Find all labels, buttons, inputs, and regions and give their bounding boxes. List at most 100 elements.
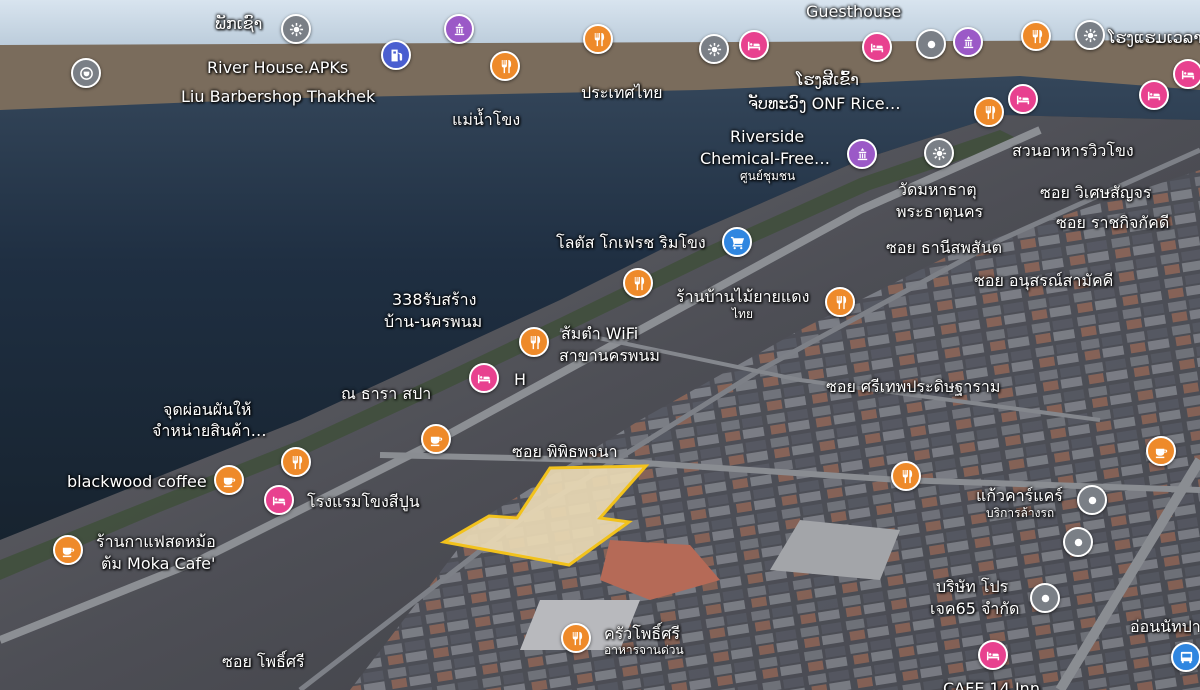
street-restaurant-pin[interactable] xyxy=(891,461,921,491)
hotel-icon xyxy=(747,41,760,50)
riverside-restaurant-pin[interactable] xyxy=(623,268,653,298)
label-wat-1[interactable]: วัดมหาธาตุ xyxy=(898,180,977,199)
viewpoint-icon xyxy=(1083,28,1097,42)
car-care-pin[interactable] xyxy=(1077,485,1107,515)
right-hotel-1[interactable] xyxy=(1173,59,1200,89)
label-soi-thani[interactable]: ซอย ธานีสพสันต xyxy=(886,238,1002,257)
restaurant-icon xyxy=(572,631,582,645)
label-moka-1[interactable]: ร้านกาแฟสดหม้อ xyxy=(96,532,216,551)
right-cafe-pin[interactable] xyxy=(1146,436,1176,466)
label-kruaphot-1[interactable]: ครัวโพธิ์ศรี xyxy=(604,624,680,643)
bus-icon xyxy=(1180,651,1192,663)
top-viewpoint-3[interactable] xyxy=(1075,20,1105,50)
top-viewpoint-2[interactable] xyxy=(699,34,729,64)
label-top-partial-3[interactable]: ໂຮງແຮມເວລາ xyxy=(1108,28,1200,47)
place-icon xyxy=(1088,496,1096,504)
restaurant-icon xyxy=(836,295,846,309)
restaurant-icon xyxy=(501,59,511,73)
top-hotel-2[interactable] xyxy=(862,32,892,62)
label-top-partial-1[interactable]: ພັກເຊົາ xyxy=(215,14,262,33)
landmark-icon xyxy=(454,22,464,35)
label-projet-2[interactable]: เจค65 จำกัด xyxy=(930,599,1019,618)
label-kruaphot-sub[interactable]: อาหารจานด่วน xyxy=(604,643,684,657)
label-wat-2[interactable]: พระธาตุนคร xyxy=(896,202,983,221)
label-onnut[interactable]: อ่อนนัทปาก xyxy=(1130,617,1200,636)
cafe-near-road-pin[interactable] xyxy=(421,424,451,454)
label-lotus[interactable]: โลตัส โกเฟรช ริมโขง xyxy=(556,233,706,252)
label-wooden-house-sub[interactable]: ไทย xyxy=(732,307,753,321)
label-cafe14[interactable]: CAFE 14 Inn xyxy=(943,679,1040,690)
label-dealer-1[interactable]: จุดผ่อนผันให้ xyxy=(163,400,251,419)
moka-pin[interactable] xyxy=(53,535,83,565)
top-landmark-1[interactable] xyxy=(444,14,474,44)
label-garden-restaurant[interactable]: สวนอาหารวิวโขง xyxy=(1012,141,1134,160)
label-riverside-2[interactable]: Chemical-Free… xyxy=(700,149,830,168)
kruaphot-pin[interactable] xyxy=(561,623,591,653)
viewpoint-icon xyxy=(707,42,721,56)
label-moka-2[interactable]: ต้ม Moka Cafe' xyxy=(101,554,215,573)
top-restaurant-1[interactable] xyxy=(583,24,613,54)
top-landmark-2[interactable] xyxy=(953,27,983,57)
label-wooden-house-1[interactable]: ร้านบ้านไม้ยายแดง xyxy=(676,287,809,306)
barbershop-pin[interactable] xyxy=(71,58,101,88)
label-soi-phosri[interactable]: ซอย โพธิ์ศรี xyxy=(222,652,305,671)
label-barbershop[interactable]: Liu Barbershop Thakhek xyxy=(181,87,375,106)
blackwood-pin[interactable] xyxy=(214,465,244,495)
label-soi-sritep[interactable]: ซอย ศรีเทพประดิษฐาราม xyxy=(826,377,1000,396)
label-soi-phitchana[interactable]: ซอย พิพิธพจนา xyxy=(512,442,618,461)
onf-hotel-pin[interactable] xyxy=(1008,84,1038,114)
label-thailand[interactable]: ประเทศไทย xyxy=(581,83,662,102)
label-338-2[interactable]: บ้าน-นครพนม xyxy=(384,312,482,331)
top-restaurant-2[interactable] xyxy=(1021,21,1051,51)
restaurant-icon xyxy=(530,335,540,349)
cafe-icon xyxy=(223,477,235,487)
label-onf-1[interactable]: ໂຮງສີເຂົ້າ xyxy=(796,70,859,89)
label-h[interactable]: H xyxy=(514,370,526,389)
hotel-icon xyxy=(272,496,285,505)
fuel-pin[interactable] xyxy=(381,40,411,70)
label-soi-ratchakit[interactable]: ซอย ราชกิจกัคดี xyxy=(1056,213,1169,232)
label-river-house[interactable]: River House.APKs xyxy=(207,58,348,77)
top-place-1[interactable] xyxy=(916,29,946,59)
top-viewpoint-1[interactable] xyxy=(281,14,311,44)
label-riverside-sub[interactable]: ศูนย์ชุมชน xyxy=(740,169,795,183)
community-center-pin[interactable] xyxy=(847,139,877,169)
label-soi-anusorn[interactable]: ซอย อนุสรณ์สามัคคี xyxy=(974,271,1113,290)
label-onf-2[interactable]: ຈັບທະວົງ ONF Rice… xyxy=(748,94,901,113)
label-blackwood[interactable]: blackwood coffee xyxy=(67,472,207,491)
onf-restaurant-pin[interactable] xyxy=(974,97,1004,127)
label-top-partial-2[interactable]: Guesthouse xyxy=(806,2,901,21)
wooden-house-pin[interactable] xyxy=(825,287,855,317)
restaurant-mekong-pin[interactable] xyxy=(490,51,520,81)
label-mekong[interactable]: แม่น้ำโขง xyxy=(452,110,520,129)
map-3d-view[interactable]: ພັກເຊົາ Guesthouse ໂຮງແຮມເວລາ River House.A… xyxy=(0,0,1200,690)
hotel-icon xyxy=(986,651,999,660)
garden-restaurant-pin[interactable] xyxy=(924,138,954,168)
place-icon xyxy=(1041,594,1049,602)
lotus-pin[interactable] xyxy=(722,227,752,257)
label-mekong-hotel[interactable]: โรงแรมโขงสีปูน xyxy=(307,492,420,511)
landmark-icon xyxy=(857,147,867,160)
place-icon xyxy=(927,40,935,48)
label-somtam-1[interactable]: ส้มตำ WiFi xyxy=(561,324,638,343)
cafe14-pin[interactable] xyxy=(978,640,1008,670)
mekong-hotel-pin[interactable] xyxy=(264,485,294,515)
label-car-care-sub[interactable]: บริการล้างรถ xyxy=(986,506,1054,520)
label-somtam-2[interactable]: สาขานครพนม xyxy=(559,346,660,365)
label-car-care-1[interactable]: แก้วคาร์แคร์ xyxy=(976,486,1063,505)
right-hotel-2[interactable] xyxy=(1139,80,1169,110)
somtam-pin[interactable] xyxy=(519,327,549,357)
top-hotel-1[interactable] xyxy=(739,30,769,60)
label-dealer-2[interactable]: จำหน่ายสินค้า… xyxy=(152,421,267,440)
cafe-icon xyxy=(430,436,442,446)
hotel-h-pin[interactable] xyxy=(469,363,499,393)
car-care-pin-2[interactable] xyxy=(1063,527,1093,557)
projet-pin[interactable] xyxy=(1030,583,1060,613)
koi-restaurant-pin[interactable] xyxy=(281,447,311,477)
right-transit-pin[interactable] xyxy=(1171,642,1200,672)
label-projet-1[interactable]: บริษัท โปร xyxy=(936,577,1008,596)
label-338-1[interactable]: 338รับสร้าง xyxy=(392,290,476,309)
label-riverside-1[interactable]: Riverside xyxy=(730,127,804,146)
label-soi-wiset[interactable]: ซอย วิเศษสัญจร xyxy=(1040,183,1151,202)
label-na-thara[interactable]: ณ ธารา สปา xyxy=(341,384,431,403)
